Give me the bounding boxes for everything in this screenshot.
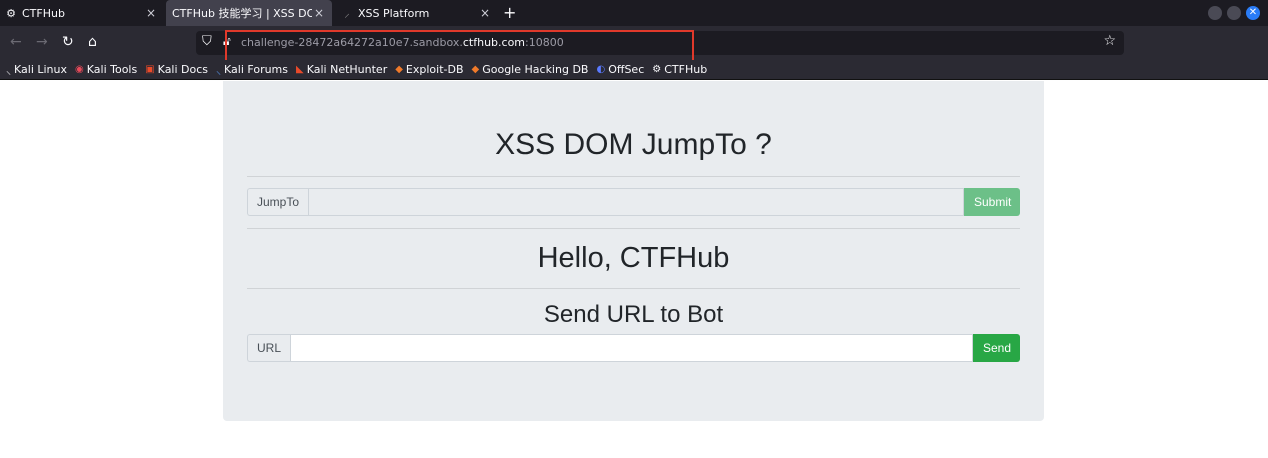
nav-toolbar: ← → ↻ ⌂ ⛉ 🔓︎ challenge-28472a64272a10e7.… bbox=[0, 26, 1268, 74]
kali-icon: ⸜ bbox=[6, 65, 11, 77]
forward-icon[interactable]: → bbox=[36, 34, 48, 50]
bot-url-input[interactable] bbox=[290, 334, 973, 362]
url-label: URL bbox=[247, 334, 291, 362]
nethunter-icon: ◣ bbox=[296, 64, 304, 75]
close-tab-icon[interactable]: × bbox=[146, 6, 156, 20]
bookmark-star-icon[interactable]: ☆ bbox=[1103, 33, 1116, 49]
address-bar[interactable]: ⛉ 🔓︎ challenge-28472a64272a10e7.sandbox.… bbox=[196, 31, 1124, 55]
url-text[interactable]: challenge-28472a64272a10e7.sandbox.ctfhu… bbox=[241, 36, 564, 49]
divider bbox=[247, 176, 1020, 177]
main-panel: XSS DOM JumpTo ? JumpTo Submit Hello, CT… bbox=[223, 81, 1044, 421]
bookmark-kali-forums[interactable]: ⸜ Kali Forums bbox=[216, 63, 288, 77]
greeting-heading: Hello, CTFHub bbox=[537, 242, 730, 274]
bookmark-offsec[interactable]: ◐ OffSec bbox=[596, 63, 644, 76]
bookmark-kali-docs[interactable]: ▣ Kali Docs bbox=[145, 63, 208, 76]
xss-platform-favicon-icon: ⸝ bbox=[344, 6, 350, 20]
tab-label: CTFHub bbox=[22, 6, 65, 20]
bookmarks-toolbar: ⸜ Kali Linux ◉ Kali Tools ▣ Kali Docs ⸜ Kali… bbox=[0, 60, 1268, 80]
bookmark-google-hacking-db[interactable]: ◆ Google Hacking DB bbox=[472, 63, 589, 76]
url-input-group: URL Send bbox=[247, 334, 1020, 362]
close-tab-icon[interactable]: × bbox=[480, 6, 490, 20]
jumpto-input[interactable] bbox=[308, 188, 964, 216]
kali-forums-icon: ⸜ bbox=[216, 65, 222, 77]
maximize-icon[interactable] bbox=[1227, 6, 1241, 20]
bookmark-kali-tools[interactable]: ◉ Kali Tools bbox=[75, 63, 137, 76]
close-tab-icon[interactable]: × bbox=[314, 6, 324, 20]
divider bbox=[247, 288, 1020, 289]
tab-ctfhub-xss-dom[interactable]: CTFHub 技能学习 | XSS DOM × bbox=[166, 0, 332, 26]
minimize-icon[interactable] bbox=[1208, 6, 1222, 20]
jumpto-label: JumpTo bbox=[247, 188, 309, 216]
kali-tools-icon: ◉ bbox=[75, 64, 84, 75]
reload-icon[interactable]: ↻ bbox=[62, 34, 74, 50]
page-title: XSS DOM JumpTo ? bbox=[495, 128, 772, 161]
bookmark-kali-linux[interactable]: ⸜ Kali Linux bbox=[6, 63, 67, 77]
exploit-db-icon: ◆ bbox=[395, 64, 403, 75]
new-tab-icon[interactable]: + bbox=[503, 3, 516, 22]
ctfhub-icon: ⚙ bbox=[652, 64, 662, 75]
bookmark-exploit-db[interactable]: ◆ Exploit-DB bbox=[395, 63, 463, 76]
tab-ctfhub[interactable]: ⚙ CTFHub × bbox=[0, 0, 163, 26]
divider bbox=[247, 228, 1020, 229]
tab-xss-platform[interactable]: ⸝ XSS Platform × bbox=[336, 0, 502, 26]
back-icon[interactable]: ← bbox=[10, 34, 22, 50]
bot-heading: Send URL to Bot bbox=[543, 301, 724, 328]
home-icon[interactable]: ⌂ bbox=[88, 34, 97, 50]
close-window-icon[interactable]: ✕ bbox=[1246, 6, 1260, 20]
ctfhub-favicon-icon: ⚙ bbox=[6, 6, 16, 20]
kali-docs-icon: ▣ bbox=[145, 64, 155, 75]
jumpto-input-group: JumpTo Submit bbox=[247, 188, 1020, 216]
submit-button[interactable]: Submit bbox=[964, 188, 1020, 216]
tab-strip: ⚙ CTFHub × CTFHub 技能学习 | XSS DOM × ⸝ XSS… bbox=[0, 0, 1268, 26]
send-button[interactable]: Send bbox=[973, 334, 1020, 362]
tab-label: CTFHub 技能学习 | XSS DOM bbox=[172, 7, 312, 20]
bookmark-ctfhub[interactable]: ⚙ CTFHub bbox=[652, 63, 707, 76]
window-controls: ✕ bbox=[1208, 6, 1260, 20]
bookmark-kali-nethunter[interactable]: ◣ Kali NetHunter bbox=[296, 63, 387, 76]
ghdb-icon: ◆ bbox=[471, 64, 480, 75]
tab-label: XSS Platform bbox=[358, 6, 430, 20]
lock-icon[interactable]: 🔓︎ bbox=[223, 34, 231, 49]
tracking-protection-icon[interactable]: ⛉ bbox=[202, 34, 212, 49]
offsec-icon: ◐ bbox=[596, 64, 606, 75]
